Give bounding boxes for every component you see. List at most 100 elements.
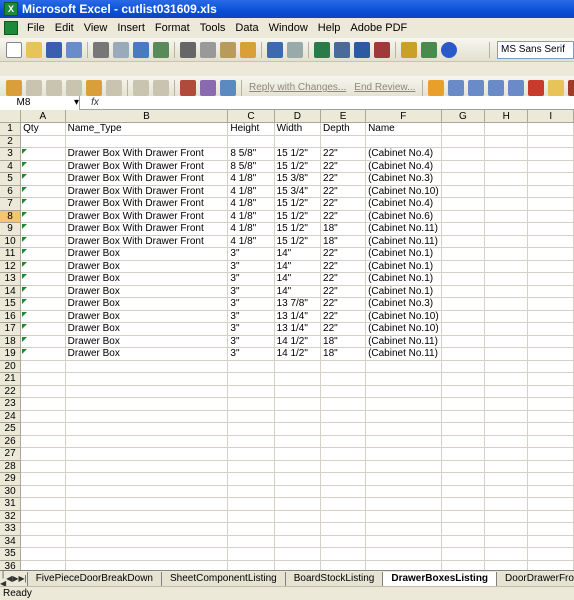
cell-F3[interactable]: (Cabinet No.4) [365,147,442,161]
cell-D25[interactable] [274,422,322,436]
cell-C30[interactable] [227,485,275,498]
cell-I15[interactable] [527,297,574,311]
cell-E24[interactable] [320,410,367,423]
cell-I12[interactable] [527,260,574,273]
cell-A17[interactable] [20,322,66,336]
evaluate-icon[interactable] [508,79,525,96]
cell-B11[interactable]: Drawer Box [65,247,229,261]
cell-H22[interactable] [484,385,529,398]
new-icon[interactable] [6,41,22,58]
next-comment-icon[interactable] [66,79,82,96]
cell-B15[interactable]: Drawer Box [65,297,229,311]
cell-I5[interactable] [527,172,574,186]
cell-B12[interactable]: Drawer Box [65,260,229,273]
cell-F16[interactable]: (Cabinet No.10) [365,310,442,323]
cell-G12[interactable] [441,260,486,273]
row-header[interactable]: 29 [0,472,22,486]
cell-B22[interactable] [65,385,229,398]
cell-A12[interactable] [20,260,66,273]
cell-C16[interactable]: 3" [227,310,275,323]
cell-I18[interactable] [527,335,574,348]
cell-F8[interactable]: (Cabinet No.6) [365,210,442,223]
sort-descending-icon[interactable] [374,41,390,58]
sheet-tab-drawerboxeslisting[interactable]: DrawerBoxesListing [382,571,497,586]
cell-I3[interactable] [527,147,574,161]
cell-C25[interactable] [227,422,275,436]
cell-D32[interactable] [274,510,322,523]
cell-B25[interactable] [65,422,229,436]
column-header[interactable]: I [527,110,574,123]
cell-B8[interactable]: Drawer Box With Drawer Front [65,210,229,223]
cell-D34[interactable] [274,535,322,548]
cell-F11[interactable]: (Cabinet No.1) [365,247,442,261]
cell-H16[interactable] [484,310,529,323]
cell-A7[interactable] [20,197,66,211]
cell-A5[interactable] [20,172,66,186]
cell-C33[interactable] [227,522,275,536]
cell-A11[interactable] [20,247,66,261]
cell-I31[interactable] [527,497,574,511]
menu-view[interactable]: View [79,22,113,34]
cell-D30[interactable] [274,485,322,498]
cell-G34[interactable] [441,535,486,548]
row-header[interactable]: 1 [0,122,22,136]
row-header[interactable]: 9 [0,222,22,236]
cell-A20[interactable] [20,360,66,373]
cell-E21[interactable] [320,372,367,386]
cell-C17[interactable]: 3" [227,322,275,336]
cell-H27[interactable] [484,447,529,461]
paste-icon[interactable] [220,41,236,58]
cell-E6[interactable]: 22" [320,185,367,198]
row-header[interactable]: 8 [0,210,22,223]
cell-F36[interactable] [365,560,442,570]
row-header[interactable]: 2 [0,135,22,148]
cell-D28[interactable] [274,460,322,473]
cell-I10[interactable] [527,235,574,248]
cell-B21[interactable] [65,372,229,386]
cell-G26[interactable] [441,435,486,448]
cell-D23[interactable] [274,397,322,411]
cell-F9[interactable]: (Cabinet No.11) [365,222,442,236]
track-changes-icon[interactable] [133,79,149,96]
cell-H31[interactable] [484,497,529,511]
cell-H5[interactable] [484,172,529,186]
cell-A22[interactable] [20,385,66,398]
row-header[interactable]: 10 [0,235,22,248]
cell-B5[interactable]: Drawer Box With Drawer Front [65,172,229,186]
undo-icon[interactable] [267,41,283,58]
accept-change-icon[interactable] [153,79,169,96]
cell-I16[interactable] [527,310,574,323]
show-comments-icon[interactable] [6,79,22,96]
cell-F27[interactable] [365,447,442,461]
cell-G18[interactable] [441,335,486,348]
cell-C32[interactable] [227,510,275,523]
cell-H11[interactable] [484,247,529,261]
cell-H13[interactable] [484,272,529,286]
cell-D13[interactable]: 14" [274,272,322,286]
cell-H10[interactable] [484,235,529,248]
remove-arrows-icon[interactable] [488,79,505,96]
row-header[interactable]: 13 [0,272,22,286]
cell-C31[interactable] [227,497,275,511]
column-header[interactable]: E [320,110,367,123]
cell-H18[interactable] [484,335,529,348]
table-icon[interactable] [568,79,574,96]
column-header[interactable]: G [441,110,486,123]
cell-B24[interactable] [65,410,229,423]
autosum-icon[interactable] [334,41,350,58]
worksheet-grid[interactable]: A B C D E F G H I 1 Qty Name_Type Height Wid… [0,110,574,570]
cell-F35[interactable] [365,547,442,561]
cell-D6[interactable]: 15 3/4" [274,185,322,198]
cell-C26[interactable] [227,435,275,448]
row-header[interactable]: 28 [0,460,22,473]
cell-B19[interactable]: Drawer Box [65,347,229,361]
cell-H32[interactable] [484,510,529,523]
cell-H7[interactable] [484,197,529,211]
cell-H9[interactable] [484,222,529,236]
cell-C12[interactable]: 3" [227,260,275,273]
cell-D17[interactable]: 13 1/4" [274,322,322,336]
cell-F6[interactable]: (Cabinet No.10) [365,185,442,198]
cell-I28[interactable] [527,460,574,473]
cell-I1[interactable] [527,122,574,136]
cell-C4[interactable]: 8 5/8" [227,160,275,173]
